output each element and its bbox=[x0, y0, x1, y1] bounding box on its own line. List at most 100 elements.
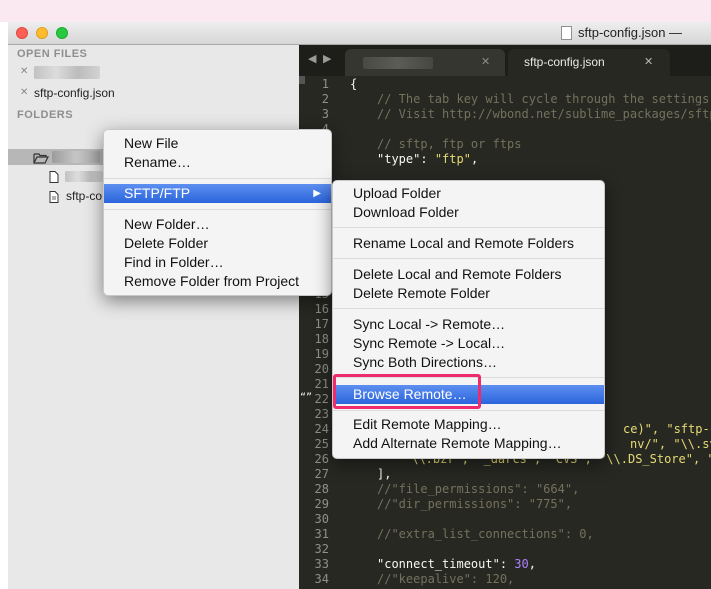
line-number: 23 bbox=[314, 407, 329, 421]
menu-item-upload-folder[interactable]: Upload Folder bbox=[333, 184, 604, 203]
blurred-filename bbox=[34, 66, 100, 79]
highlight-annotation bbox=[333, 374, 481, 409]
folder-open-icon bbox=[33, 151, 49, 164]
menu-item-rename[interactable]: Rename… bbox=[104, 153, 331, 172]
line-number: 18 bbox=[314, 332, 329, 346]
code-comment: // Visit http://wbond.net/sublime_packag… bbox=[377, 107, 711, 121]
menu-item-sync-local-remote[interactable]: Sync Local -> Remote… bbox=[333, 315, 604, 334]
close-file-icon[interactable]: ✕ bbox=[20, 87, 28, 98]
close-tab-icon[interactable]: ✕ bbox=[481, 55, 490, 68]
line-number: 31 bbox=[314, 527, 329, 541]
file-icon bbox=[49, 190, 59, 203]
code-string: ce)", bbox=[623, 422, 667, 436]
open-file-label: sftp-config.json bbox=[34, 86, 115, 100]
menu-separator bbox=[333, 227, 604, 228]
code-comment: //"file_permissions": "664", bbox=[377, 482, 580, 496]
file-icon bbox=[49, 170, 59, 183]
line-number: 26 bbox=[314, 452, 329, 466]
code-string: "\\.svn/", bbox=[673, 437, 711, 451]
line-number: 17 bbox=[314, 317, 329, 331]
menu-separator bbox=[104, 178, 331, 179]
line-number: 25 bbox=[314, 437, 329, 451]
menu-item-sync-both[interactable]: Sync Both Directions… bbox=[333, 353, 604, 372]
code-line: // Visit http://wbond.net/sublime_packag… bbox=[377, 107, 711, 121]
code-line: nv/", "\\.svn/", bbox=[630, 437, 711, 451]
code-string: "sftp-conf bbox=[666, 422, 711, 436]
menu-item-new-file[interactable]: New File bbox=[104, 134, 331, 153]
code-string: nv/", bbox=[630, 437, 674, 451]
open-files-header: OPEN FILES bbox=[17, 48, 88, 60]
line-number: 21 bbox=[314, 377, 329, 391]
menu-separator bbox=[333, 308, 604, 309]
blurred-filename bbox=[65, 171, 103, 182]
line-number: 30 bbox=[314, 512, 329, 526]
code-line: ce)", "sftp-conf bbox=[623, 422, 711, 436]
code-line: //"extra_list_connections": 0, bbox=[377, 527, 594, 541]
minimize-window-button[interactable] bbox=[36, 27, 48, 39]
line-number: 2 bbox=[321, 92, 329, 106]
blurred-folder-name bbox=[52, 151, 100, 163]
line-number: 34 bbox=[314, 572, 329, 586]
gutter-marker: “” bbox=[300, 392, 313, 403]
menu-separator bbox=[104, 209, 331, 210]
menu-item-rename-folders[interactable]: Rename Local and Remote Folders bbox=[333, 234, 604, 253]
line-number: 24 bbox=[314, 422, 329, 436]
sidebar: OPEN FILES ✕ ✕ sftp-config.json FOLDERS bbox=[8, 45, 299, 589]
menu-item-sync-remote-local[interactable]: Sync Remote -> Local… bbox=[333, 334, 604, 353]
code-line: // sftp, ftp or ftps bbox=[377, 137, 522, 151]
tab-scroll-right-icon[interactable]: ▶ bbox=[323, 52, 331, 65]
code-line: //"file_permissions": "664", bbox=[377, 482, 579, 496]
tab-scroll-left-icon[interactable]: ◀ bbox=[308, 52, 316, 65]
menu-item-add-alt-mapping[interactable]: Add Alternate Remote Mapping… bbox=[333, 434, 604, 453]
close-window-button[interactable] bbox=[16, 27, 28, 39]
menu-item-new-folder[interactable]: New Folder… bbox=[104, 215, 331, 234]
code-line: "connect_timeout": 30, bbox=[377, 557, 536, 571]
line-number: 3 bbox=[321, 107, 329, 121]
close-tab-icon[interactable]: ✕ bbox=[644, 55, 653, 68]
line-number: 16 bbox=[314, 302, 329, 316]
menu-item-delete-remote[interactable]: Delete Remote Folder bbox=[333, 284, 604, 303]
line-number: 27 bbox=[314, 467, 329, 481]
menu-item-sftp-ftp[interactable]: SFTP/FTP ▶ bbox=[104, 184, 331, 203]
context-menu: New File Rename… SFTP/FTP ▶ New Folder… … bbox=[103, 129, 332, 296]
code-line: "type": "ftp", bbox=[377, 152, 479, 166]
code-line: { bbox=[350, 77, 357, 91]
line-number: 33 bbox=[314, 557, 329, 571]
code-line: //"dir_permissions": "775", bbox=[377, 497, 572, 511]
line-number: 19 bbox=[314, 347, 329, 361]
line-number: 1 bbox=[321, 77, 329, 91]
menu-item-download-folder[interactable]: Download Folder bbox=[333, 203, 604, 222]
code-comment: // sftp, ftp or ftps bbox=[377, 137, 522, 151]
code-text: ], bbox=[377, 467, 392, 481]
menu-item-edit-mapping[interactable]: Edit Remote Mapping… bbox=[333, 415, 604, 434]
code-comment: //"keepalive": 120, bbox=[377, 572, 515, 586]
line-number: 20 bbox=[314, 362, 329, 376]
zoom-window-button[interactable] bbox=[56, 27, 68, 39]
code-key: "type" bbox=[377, 152, 421, 166]
code-line: //"keepalive": 120, bbox=[377, 572, 514, 586]
code-string: "ftp" bbox=[434, 152, 471, 166]
tree-file-label: sftp-co bbox=[66, 189, 103, 203]
window-title: sftp-config.json — bbox=[578, 25, 683, 40]
code-comment: // The tab key will cycle through the se… bbox=[377, 92, 711, 106]
submenu-arrow-icon: ▶ bbox=[313, 188, 321, 199]
tab-unnamed[interactable]: ✕ bbox=[345, 49, 505, 76]
menu-item-delete-folder[interactable]: Delete Folder bbox=[104, 234, 331, 253]
line-number: 29 bbox=[314, 497, 329, 511]
document-icon bbox=[561, 26, 572, 40]
menu-separator bbox=[333, 410, 604, 411]
line-number: 32 bbox=[314, 542, 329, 556]
tab-sftp-config[interactable]: sftp-config.json ✕ bbox=[508, 49, 670, 76]
menu-item-delete-local-remote[interactable]: Delete Local and Remote Folders bbox=[333, 265, 604, 284]
editor-scrollbar[interactable] bbox=[299, 76, 305, 84]
code-comment: //"extra_list_connections": 0, bbox=[377, 527, 594, 541]
sftp-submenu: Upload Folder Download Folder Rename Loc… bbox=[332, 180, 605, 459]
menu-separator bbox=[333, 258, 604, 259]
title-bar: sftp-config.json — bbox=[8, 22, 711, 45]
menu-item-remove-folder[interactable]: Remove Folder from Project bbox=[104, 272, 331, 291]
blurred-tab-title bbox=[363, 57, 433, 69]
code-line: ], bbox=[377, 467, 391, 481]
close-file-icon[interactable]: ✕ bbox=[20, 66, 28, 77]
tab-label: sftp-config.json bbox=[524, 55, 605, 69]
menu-item-find-in-folder[interactable]: Find in Folder… bbox=[104, 253, 331, 272]
